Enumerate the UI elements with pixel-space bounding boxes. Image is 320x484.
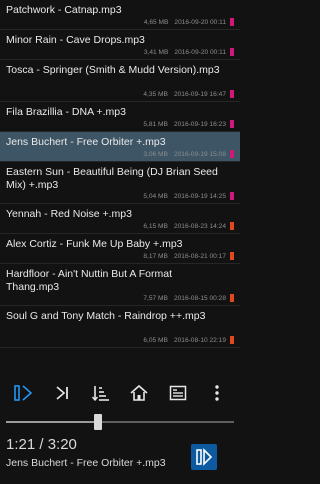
track-row[interactable]: Tosca - Springer (Smith & Mudd Version).… xyxy=(0,60,240,102)
track-row[interactable]: Jens Buchert - Free Orbiter +.mp3 3,06 MB… xyxy=(0,132,240,162)
play-mode-button[interactable] xyxy=(10,380,36,406)
track-date: 2016-09-19 14:25 xyxy=(173,193,226,200)
sort-icon xyxy=(91,386,109,402)
track-color-tag xyxy=(230,192,234,200)
track-row[interactable]: Alex Cortiz - Funk Me Up Baby +.mp3 8,17 … xyxy=(0,234,240,264)
track-date: 2016-08-10 22:19 xyxy=(173,337,226,344)
track-date: 2016-08-23 14:24 xyxy=(173,223,226,230)
track-date: 2016-09-20 00:11 xyxy=(174,19,226,26)
track-size: 6,05 MB xyxy=(143,337,168,344)
track-date: 2016-08-21 00:17 xyxy=(173,253,226,260)
track-title: Minor Rain - Cave Drops.mp3 xyxy=(6,34,145,46)
track-date: 2016-09-19 16:47 xyxy=(173,91,226,98)
track-row[interactable]: Patchwork - Catnap.mp3 4,65 MB 2016-09-20 … xyxy=(0,0,240,30)
track-date: 2016-09-19 15:08 xyxy=(173,151,226,158)
more-options-icon xyxy=(215,385,219,401)
next-track-button[interactable] xyxy=(49,380,75,406)
track-title: Tosca - Springer (Smith & Mudd Version).… xyxy=(6,64,220,76)
more-options-button[interactable] xyxy=(204,380,230,406)
track-color-tag xyxy=(230,18,234,26)
track-size: 3,41 MB xyxy=(143,49,169,56)
track-meta: 4,65 MB 2016-09-20 00:11 xyxy=(144,19,226,26)
track-color-tag xyxy=(230,222,234,230)
track-row[interactable]: Minor Rain - Cave Drops.mp3 3,41 MB 2016-0… xyxy=(0,30,240,60)
track-meta: 3,06 MB 2016-09-19 15:08 xyxy=(143,151,226,158)
track-color-tag xyxy=(230,252,234,260)
track-size: 3,06 MB xyxy=(143,151,168,158)
track-color-tag xyxy=(230,90,234,98)
track-title: Alex Cortiz - Funk Me Up Baby +.mp3 xyxy=(6,238,183,250)
seek-thumb[interactable] xyxy=(94,414,103,430)
playlist: Patchwork - Catnap.mp3 4,65 MB 2016-09-20 … xyxy=(0,0,240,349)
track-color-tag xyxy=(230,294,234,302)
track-date: 2016-09-20 00:11 xyxy=(174,49,226,56)
seek-bar[interactable] xyxy=(6,414,234,430)
track-color-tag xyxy=(230,150,234,158)
track-color-tag xyxy=(230,336,234,344)
track-row[interactable]: Eastern Sun - Beautiful Being (DJ Brian … xyxy=(0,162,240,204)
play-mode-icon xyxy=(14,385,33,401)
track-color-tag xyxy=(230,120,234,128)
track-title: Hardfloor - Ain't Nuttin But A Format Th… xyxy=(6,268,172,293)
info-button[interactable] xyxy=(165,380,191,406)
track-meta: 5,81 MB 2016-09-19 16:23 xyxy=(143,121,226,128)
track-title: Fila Brazillia - DNA +.mp3 xyxy=(6,106,126,118)
track-size: 4,65 MB xyxy=(143,19,169,26)
track-row[interactable]: Baba Zula - Radio Pirata (Cosmic Metal M… xyxy=(0,348,240,349)
track-size: 5,04 MB xyxy=(143,193,168,200)
track-size: 6,15 MB xyxy=(143,223,168,230)
track-size: 8,17 MB xyxy=(143,253,168,260)
player-toolbar xyxy=(0,378,240,408)
track-title: Yennah - Red Noise +.mp3 xyxy=(6,208,132,220)
home-button[interactable] xyxy=(126,380,152,406)
track-row[interactable]: Hardfloor - Ain't Nuttin But A Format Th… xyxy=(0,264,240,306)
track-date: 2016-09-19 16:23 xyxy=(173,121,226,128)
track-meta: 6,15 MB 2016-08-23 14:24 xyxy=(143,223,226,230)
track-meta: 7,57 MB 2016-08-15 00:28 xyxy=(143,295,226,302)
track-size: 7,57 MB xyxy=(143,295,168,302)
sort-button[interactable] xyxy=(88,380,114,406)
info-icon xyxy=(169,385,187,401)
track-title: Soul G and Tony Match - Raindrop ++.mp3 xyxy=(6,310,206,322)
track-row[interactable]: Soul G and Tony Match - Raindrop ++.mp3 6… xyxy=(0,306,240,348)
track-meta: 6,05 MB 2016-08-10 22:19 xyxy=(143,337,226,344)
track-meta: 8,17 MB 2016-08-21 00:17 xyxy=(143,253,226,260)
track-title: Patchwork - Catnap.mp3 xyxy=(6,4,122,16)
track-row[interactable]: Fila Brazillia - DNA +.mp3 5,81 MB 2016-09… xyxy=(0,102,240,132)
home-icon xyxy=(130,384,148,401)
next-track-icon xyxy=(56,386,68,400)
track-date: 2016-08-15 00:28 xyxy=(173,295,226,302)
seek-progress xyxy=(6,421,99,423)
play-pause-button[interactable] xyxy=(191,444,217,470)
track-meta: 5,04 MB 2016-09-19 14:25 xyxy=(143,193,226,200)
play-pause-icon xyxy=(196,448,213,466)
track-title: Jens Buchert - Free Orbiter +.mp3 xyxy=(6,136,166,148)
track-meta: 4,35 MB 2016-09-19 16:47 xyxy=(143,91,226,98)
track-size: 4,35 MB xyxy=(143,91,168,98)
now-playing-title: Jens Buchert - Free Orbiter +.mp3 xyxy=(6,457,166,469)
track-size: 5,81 MB xyxy=(143,121,168,128)
time-display: 1:21 / 3:20 xyxy=(6,436,77,453)
track-title: Eastern Sun - Beautiful Being (DJ Brian … xyxy=(6,166,218,191)
track-meta: 3,41 MB 2016-09-20 00:11 xyxy=(144,49,226,56)
track-color-tag xyxy=(230,48,234,56)
track-row[interactable]: Yennah - Red Noise +.mp3 6,15 MB 2016-08-2… xyxy=(0,204,240,234)
